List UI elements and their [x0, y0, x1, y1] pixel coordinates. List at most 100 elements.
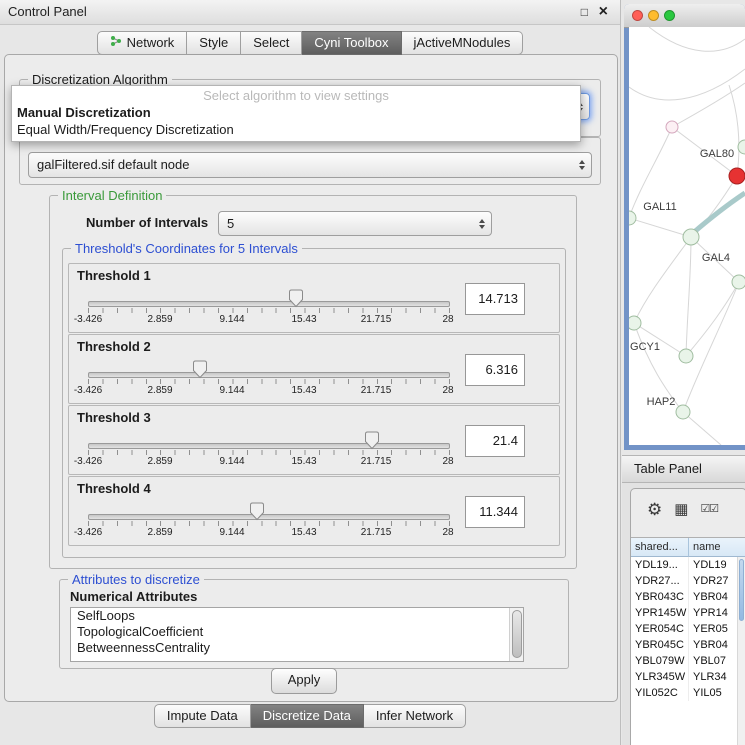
table-cell[interactable]: YLR345W	[631, 669, 689, 685]
table-row[interactable]: YLR345WYLR34	[631, 669, 745, 685]
table-row[interactable]: YDL19...YDL19	[631, 557, 745, 573]
network-edge[interactable]	[693, 193, 745, 233]
threshold-value: 11.344	[479, 497, 518, 527]
columns-icon[interactable]: ▦	[674, 502, 688, 517]
network-edge[interactable]	[686, 237, 691, 356]
tab-label: Cyni Toolbox	[314, 32, 388, 54]
number-of-intervals-spinner[interactable]: 5	[218, 211, 492, 236]
threshold-slider[interactable]: -3.4262.8599.14415.4321.71528	[69, 264, 469, 332]
tab-label: Infer Network	[376, 705, 453, 727]
tab-style[interactable]: Style	[187, 31, 241, 55]
table-row[interactable]: YER054CYER05	[631, 621, 745, 637]
tab-label: jActiveMNodules	[414, 32, 511, 54]
slider-thumb[interactable]	[192, 360, 208, 379]
tab-impute-data[interactable]: Impute Data	[154, 704, 251, 728]
tick-label: 28	[442, 456, 453, 467]
network-node[interactable]	[683, 229, 699, 245]
tick-label: 15.43	[291, 385, 316, 396]
table-row[interactable]: YDR27...YDR27	[631, 573, 745, 589]
threshold-value-field[interactable]: 14.713	[465, 283, 525, 315]
network-node[interactable]	[676, 405, 690, 419]
network-edge[interactable]	[629, 218, 691, 237]
table-data-select[interactable]: galFiltered.sif default node	[28, 152, 592, 178]
tab-cyni-toolbox[interactable]: Cyni Toolbox	[302, 31, 401, 55]
network-node[interactable]	[729, 168, 745, 184]
algorithm-dropdown-popup: Select algorithm to view settings Manual…	[11, 85, 581, 142]
slider-thumb[interactable]	[288, 289, 304, 308]
table-cell[interactable]: YDL19...	[631, 557, 689, 573]
slider-thumb[interactable]	[364, 431, 380, 450]
network-node[interactable]	[732, 275, 745, 289]
window-minimize-button[interactable]	[648, 10, 659, 21]
table-panel-titlebar: Table Panel	[622, 455, 745, 483]
column-header-shared-name[interactable]: shared...	[631, 538, 689, 557]
table-data-group: Table Data galFiltered.sif default node	[19, 137, 601, 185]
table-row[interactable]: YBL079WYBL07	[631, 653, 745, 669]
table-cell[interactable]: YBL079W	[631, 653, 689, 669]
tab-jactivemnodules[interactable]: jActiveMNodules	[402, 31, 524, 55]
network-edge[interactable]	[683, 412, 721, 445]
table-row[interactable]: YPR145WYPR14	[631, 605, 745, 621]
threshold-slider[interactable]: -3.4262.8599.14415.4321.71528	[69, 477, 469, 545]
apply-button[interactable]: Apply	[271, 668, 337, 694]
tick-label: 21.715	[361, 527, 392, 538]
table-cell[interactable]: YPR145W	[631, 605, 689, 621]
table-cell[interactable]: YBR043C	[631, 589, 689, 605]
table-cell[interactable]: YER054C	[631, 621, 689, 637]
list-item[interactable]: SelfLoops	[71, 608, 523, 624]
tab-infer-network[interactable]: Infer Network	[364, 704, 466, 728]
table-cell[interactable]: YIL052C	[631, 685, 689, 701]
threshold-slider[interactable]: -3.4262.8599.14415.4321.71528	[69, 335, 469, 403]
list-items: SelfLoopsTopologicalCoefficientBetweenne…	[71, 608, 523, 656]
slider-thumb[interactable]	[249, 502, 265, 521]
network-edge[interactable]	[686, 282, 739, 356]
list-item[interactable]: TopologicalCoefficient	[71, 624, 523, 640]
network-edge[interactable]	[649, 27, 745, 51]
window-zoom-button[interactable]	[664, 10, 675, 21]
list-scrollbar[interactable]	[509, 608, 523, 661]
threshold-slider[interactable]: -3.4262.8599.14415.4321.71528	[69, 406, 469, 474]
network-edge[interactable]	[683, 282, 739, 412]
threshold-value-field[interactable]: 11.344	[465, 496, 525, 528]
slider-track	[88, 372, 450, 378]
table-row[interactable]: YBR045CYBR04	[631, 637, 745, 653]
network-node[interactable]	[666, 121, 678, 133]
gear-icon[interactable]: ⚙	[647, 501, 662, 518]
list-item[interactable]: BetweennessCentrality	[71, 640, 523, 656]
network-view-window[interactable]: GAL80GAL11GAL4GCY1HAP2	[624, 4, 745, 450]
network-canvas-svg: GAL80GAL11GAL4GCY1HAP2	[629, 27, 745, 445]
node-table: shared... name YDL19...YDL19YDR27...YDR2…	[631, 537, 745, 745]
select-columns-icon[interactable]: ☑☑	[700, 504, 718, 515]
network-node[interactable]	[629, 316, 641, 330]
network-node[interactable]	[629, 211, 636, 225]
tab-select[interactable]: Select	[241, 31, 302, 55]
numerical-attributes-list[interactable]: SelfLoopsTopologicalCoefficientBetweenne…	[70, 607, 524, 662]
network-edge[interactable]	[629, 69, 745, 100]
table-row[interactable]: YBR043CYBR04	[631, 589, 745, 605]
table-row[interactable]: YIL052CYIL05	[631, 685, 745, 701]
table-data-value: galFiltered.sif default node	[37, 153, 189, 176]
threshold-value-field[interactable]: 21.4	[465, 425, 525, 457]
dropdown-placeholder-option[interactable]: Select algorithm to view settings	[12, 87, 580, 104]
column-header-name[interactable]: name	[689, 538, 745, 557]
tick-label: 15.43	[291, 456, 316, 467]
tab-network[interactable]: Network	[97, 31, 188, 55]
dropdown-option-equal-width[interactable]: Equal Width/Frequency Discretization	[12, 121, 580, 138]
network-edge[interactable]	[729, 85, 739, 176]
network-canvas[interactable]: GAL80GAL11GAL4GCY1HAP2	[629, 27, 745, 445]
window-close-button[interactable]	[632, 10, 643, 21]
tab-discretize-data[interactable]: Discretize Data	[251, 704, 364, 728]
table-cell[interactable]: YDR27...	[631, 573, 689, 589]
network-edge[interactable]	[634, 237, 691, 323]
scrollbar-thumb[interactable]	[512, 610, 522, 658]
scrollbar-thumb[interactable]	[739, 559, 744, 621]
screen: Control Panel □ × Network Style Select C…	[0, 0, 745, 745]
close-icon[interactable]: ×	[599, 0, 608, 24]
threshold-value-field[interactable]: 6.316	[465, 354, 525, 386]
tick-label: 21.715	[361, 314, 392, 325]
network-node[interactable]	[679, 349, 693, 363]
dropdown-option-manual-discretization[interactable]: Manual Discretization	[12, 104, 580, 121]
float-window-icon[interactable]: □	[581, 0, 588, 24]
table-scrollbar[interactable]	[737, 557, 745, 745]
table-cell[interactable]: YBR045C	[631, 637, 689, 653]
